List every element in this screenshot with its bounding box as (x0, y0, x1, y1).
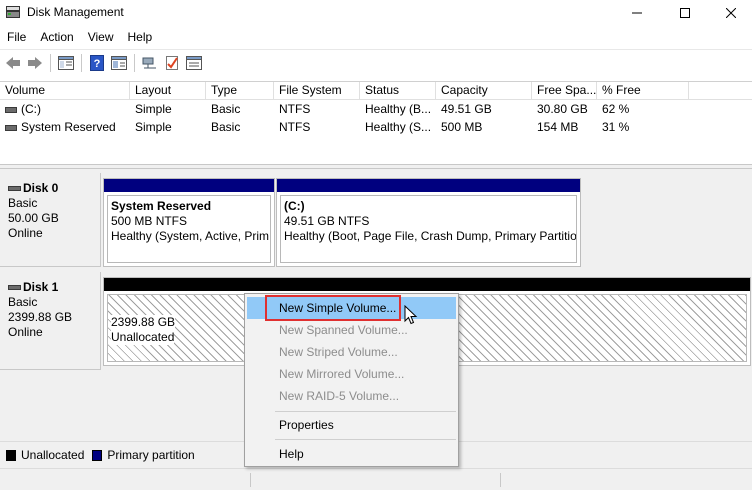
forward-arrow-icon[interactable] (24, 52, 46, 74)
partition-detail: 49.51 GB NTFS (284, 214, 370, 228)
connect-icon[interactable] (139, 52, 161, 74)
cell-percent-free: 31 % (602, 120, 630, 134)
disk-icon (8, 285, 21, 290)
back-arrow-icon[interactable] (2, 52, 24, 74)
cell-type: Basic (211, 102, 241, 116)
check-icon[interactable] (161, 52, 183, 74)
properties-icon[interactable] (108, 52, 130, 74)
cell-status: Healthy (B... (365, 102, 432, 116)
disk-size: 50.00 GB (8, 211, 59, 225)
menu-action[interactable]: Action (33, 26, 80, 48)
cell-type: Basic (211, 120, 241, 134)
partition-status: Healthy (Boot, Page File, Crash Dump, Pr… (284, 229, 577, 243)
settings-icon[interactable] (183, 52, 205, 74)
status-bar (0, 468, 752, 490)
cell-capacity: 500 MB (441, 120, 483, 134)
title-bar: Disk Management (0, 0, 752, 26)
unallocated-partition-bar (104, 278, 750, 291)
column-header-free-space[interactable]: Free Spa... (532, 82, 597, 100)
partition-detail: 2399.88 GB (111, 315, 176, 330)
cell-file-system: NTFS (279, 102, 311, 116)
toolbar: ? (0, 49, 752, 75)
menu-item-help[interactable]: Help (247, 443, 456, 465)
partition-detail: 500 MB NTFS (111, 214, 188, 228)
disk-icon (8, 186, 21, 191)
primary-partition-swatch (92, 449, 103, 461)
menu-separator (275, 439, 456, 440)
help-icon[interactable]: ? (86, 52, 108, 74)
table-row[interactable]: System Reserved Simple Basic NTFS Health… (0, 119, 752, 136)
unallocated-swatch (6, 449, 16, 461)
toolbar-separator (50, 53, 51, 72)
partition-system-reserved[interactable]: System Reserved 500 MB NTFS Healthy (Sys… (103, 178, 275, 267)
partition-name: (C:) (284, 199, 305, 213)
toolbar-separator (81, 53, 82, 72)
column-header-layout[interactable]: Layout (130, 82, 206, 100)
partition-status: Unallocated (111, 330, 175, 345)
menu-item-properties[interactable]: Properties (247, 414, 456, 436)
partition-c-drive[interactable]: (C:) 49.51 GB NTFS Healthy (Boot, Page F… (276, 178, 581, 267)
column-header-type[interactable]: Type (206, 82, 274, 100)
disk-state: Online (8, 226, 43, 240)
cell-file-system: NTFS (279, 120, 311, 134)
cell-volume: System Reserved (21, 120, 116, 134)
disk-management-app-icon (6, 6, 20, 18)
disk-size: 2399.88 GB (8, 310, 73, 324)
console-tree-icon[interactable] (55, 52, 77, 74)
primary-partition-bar (277, 179, 580, 192)
cell-capacity: 49.51 GB (441, 102, 492, 116)
menu-item-new-raid5-volume[interactable]: New RAID-5 Volume... (247, 385, 456, 407)
cell-layout: Simple (135, 120, 172, 134)
menu-separator (275, 411, 456, 412)
minimize-button[interactable] (614, 0, 660, 26)
status-separator (500, 473, 501, 487)
menu-item-new-mirrored-volume[interactable]: New Mirrored Volume... (247, 363, 456, 385)
cell-status: Healthy (S... (365, 120, 432, 134)
column-header-capacity[interactable]: Capacity (436, 82, 532, 100)
partition-name: System Reserved (111, 199, 212, 213)
partition-status: Healthy (System, Active, Prim (111, 229, 270, 243)
cell-free-space: 30.80 GB (537, 102, 588, 116)
disk-state: Online (8, 325, 43, 339)
table-row[interactable]: (C:) Simple Basic NTFS Healthy (B... 49.… (0, 101, 752, 118)
disk-1-label[interactable]: Disk 1 Basic 2399.88 GB Online (0, 272, 101, 370)
primary-partition-bar (104, 179, 274, 192)
toolbar-separator (134, 53, 135, 72)
legend-primary-partition: Primary partition (107, 448, 195, 462)
svg-text:?: ? (94, 58, 101, 70)
menu-item-new-striped-volume[interactable]: New Striped Volume... (247, 341, 456, 363)
disk-type: Basic (8, 295, 38, 309)
menu-view[interactable]: View (81, 26, 121, 48)
disk-type: Basic (8, 196, 38, 210)
cell-layout: Simple (135, 102, 172, 116)
annotation-highlight-box (265, 295, 401, 321)
cell-percent-free: 62 % (602, 102, 630, 116)
volume-icon (5, 124, 17, 131)
volume-list-header: Volume Layout Type File System Status Ca… (0, 82, 752, 100)
volume-icon (5, 106, 17, 113)
legend-unallocated: Unallocated (21, 448, 85, 462)
window-title: Disk Management (27, 5, 124, 19)
menu-help[interactable]: Help (121, 26, 160, 48)
column-header-status[interactable]: Status (360, 82, 436, 100)
disk-name: Disk 1 (23, 280, 59, 294)
column-header-percent-free[interactable]: % Free (597, 82, 689, 100)
column-header-volume[interactable]: Volume (0, 82, 130, 100)
mouse-cursor-icon (404, 304, 418, 325)
volume-list: Volume Layout Type File System Status Ca… (0, 81, 752, 164)
maximize-button[interactable] (662, 0, 708, 26)
column-header-file-system[interactable]: File System (274, 82, 360, 100)
menu-item-new-spanned-volume[interactable]: New Spanned Volume... (247, 319, 456, 341)
menu-file[interactable]: File (0, 26, 33, 48)
disk-0-label[interactable]: Disk 0 Basic 50.00 GB Online (0, 173, 101, 267)
close-button[interactable] (708, 0, 752, 26)
menu-bar: File Action View Help (0, 26, 752, 48)
cell-volume: (C:) (21, 102, 41, 116)
status-separator (250, 473, 251, 487)
disk-name: Disk 0 (23, 181, 59, 195)
cell-free-space: 154 MB (537, 120, 579, 134)
